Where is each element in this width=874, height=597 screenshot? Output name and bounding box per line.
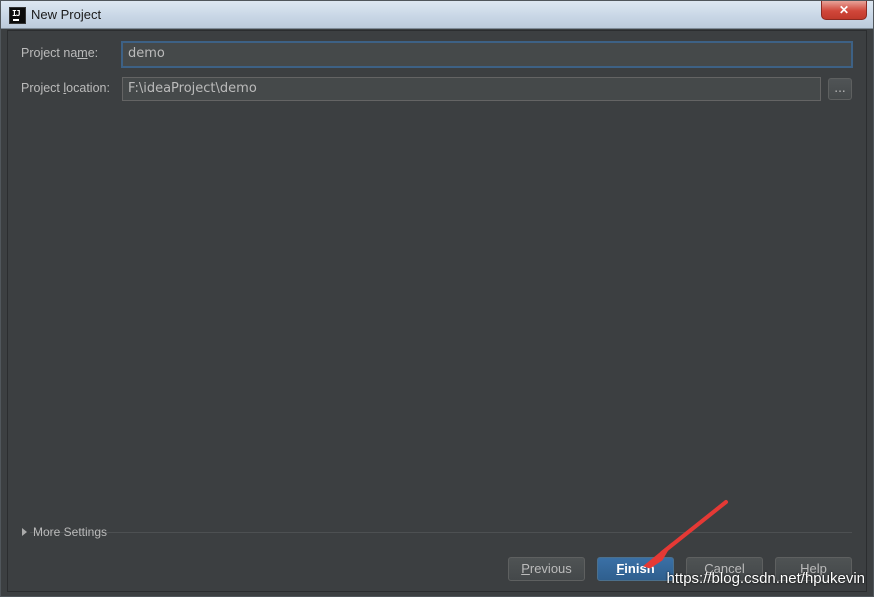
close-icon: ✕ [838,3,850,17]
expand-triangle-icon [22,528,27,536]
intellij-app-icon: IJ [9,7,26,24]
more-settings-divider [30,532,852,533]
project-name-label: Project name: [21,46,99,60]
browse-location-button[interactable]: ... [828,78,852,100]
project-location-label: Project location: [21,81,110,95]
dialog-content: Project name: demo Project location: F:\… [7,30,867,592]
new-project-dialog: IJ New Project ✕ Project name: demo Proj… [0,0,874,597]
finish-button[interactable]: Finish [597,557,674,581]
previous-button[interactable]: Previous [508,557,585,581]
project-location-input[interactable]: F:\ideaProject\demo [122,77,821,101]
close-button[interactable]: ✕ [821,1,867,20]
project-name-input[interactable]: demo [122,42,852,67]
title-bar[interactable]: IJ New Project ✕ [1,1,873,29]
watermark-text: https://blog.csdn.net/hpukevin [666,570,865,587]
more-settings-label: More Settings [33,525,108,539]
window-title: New Project [31,7,102,22]
